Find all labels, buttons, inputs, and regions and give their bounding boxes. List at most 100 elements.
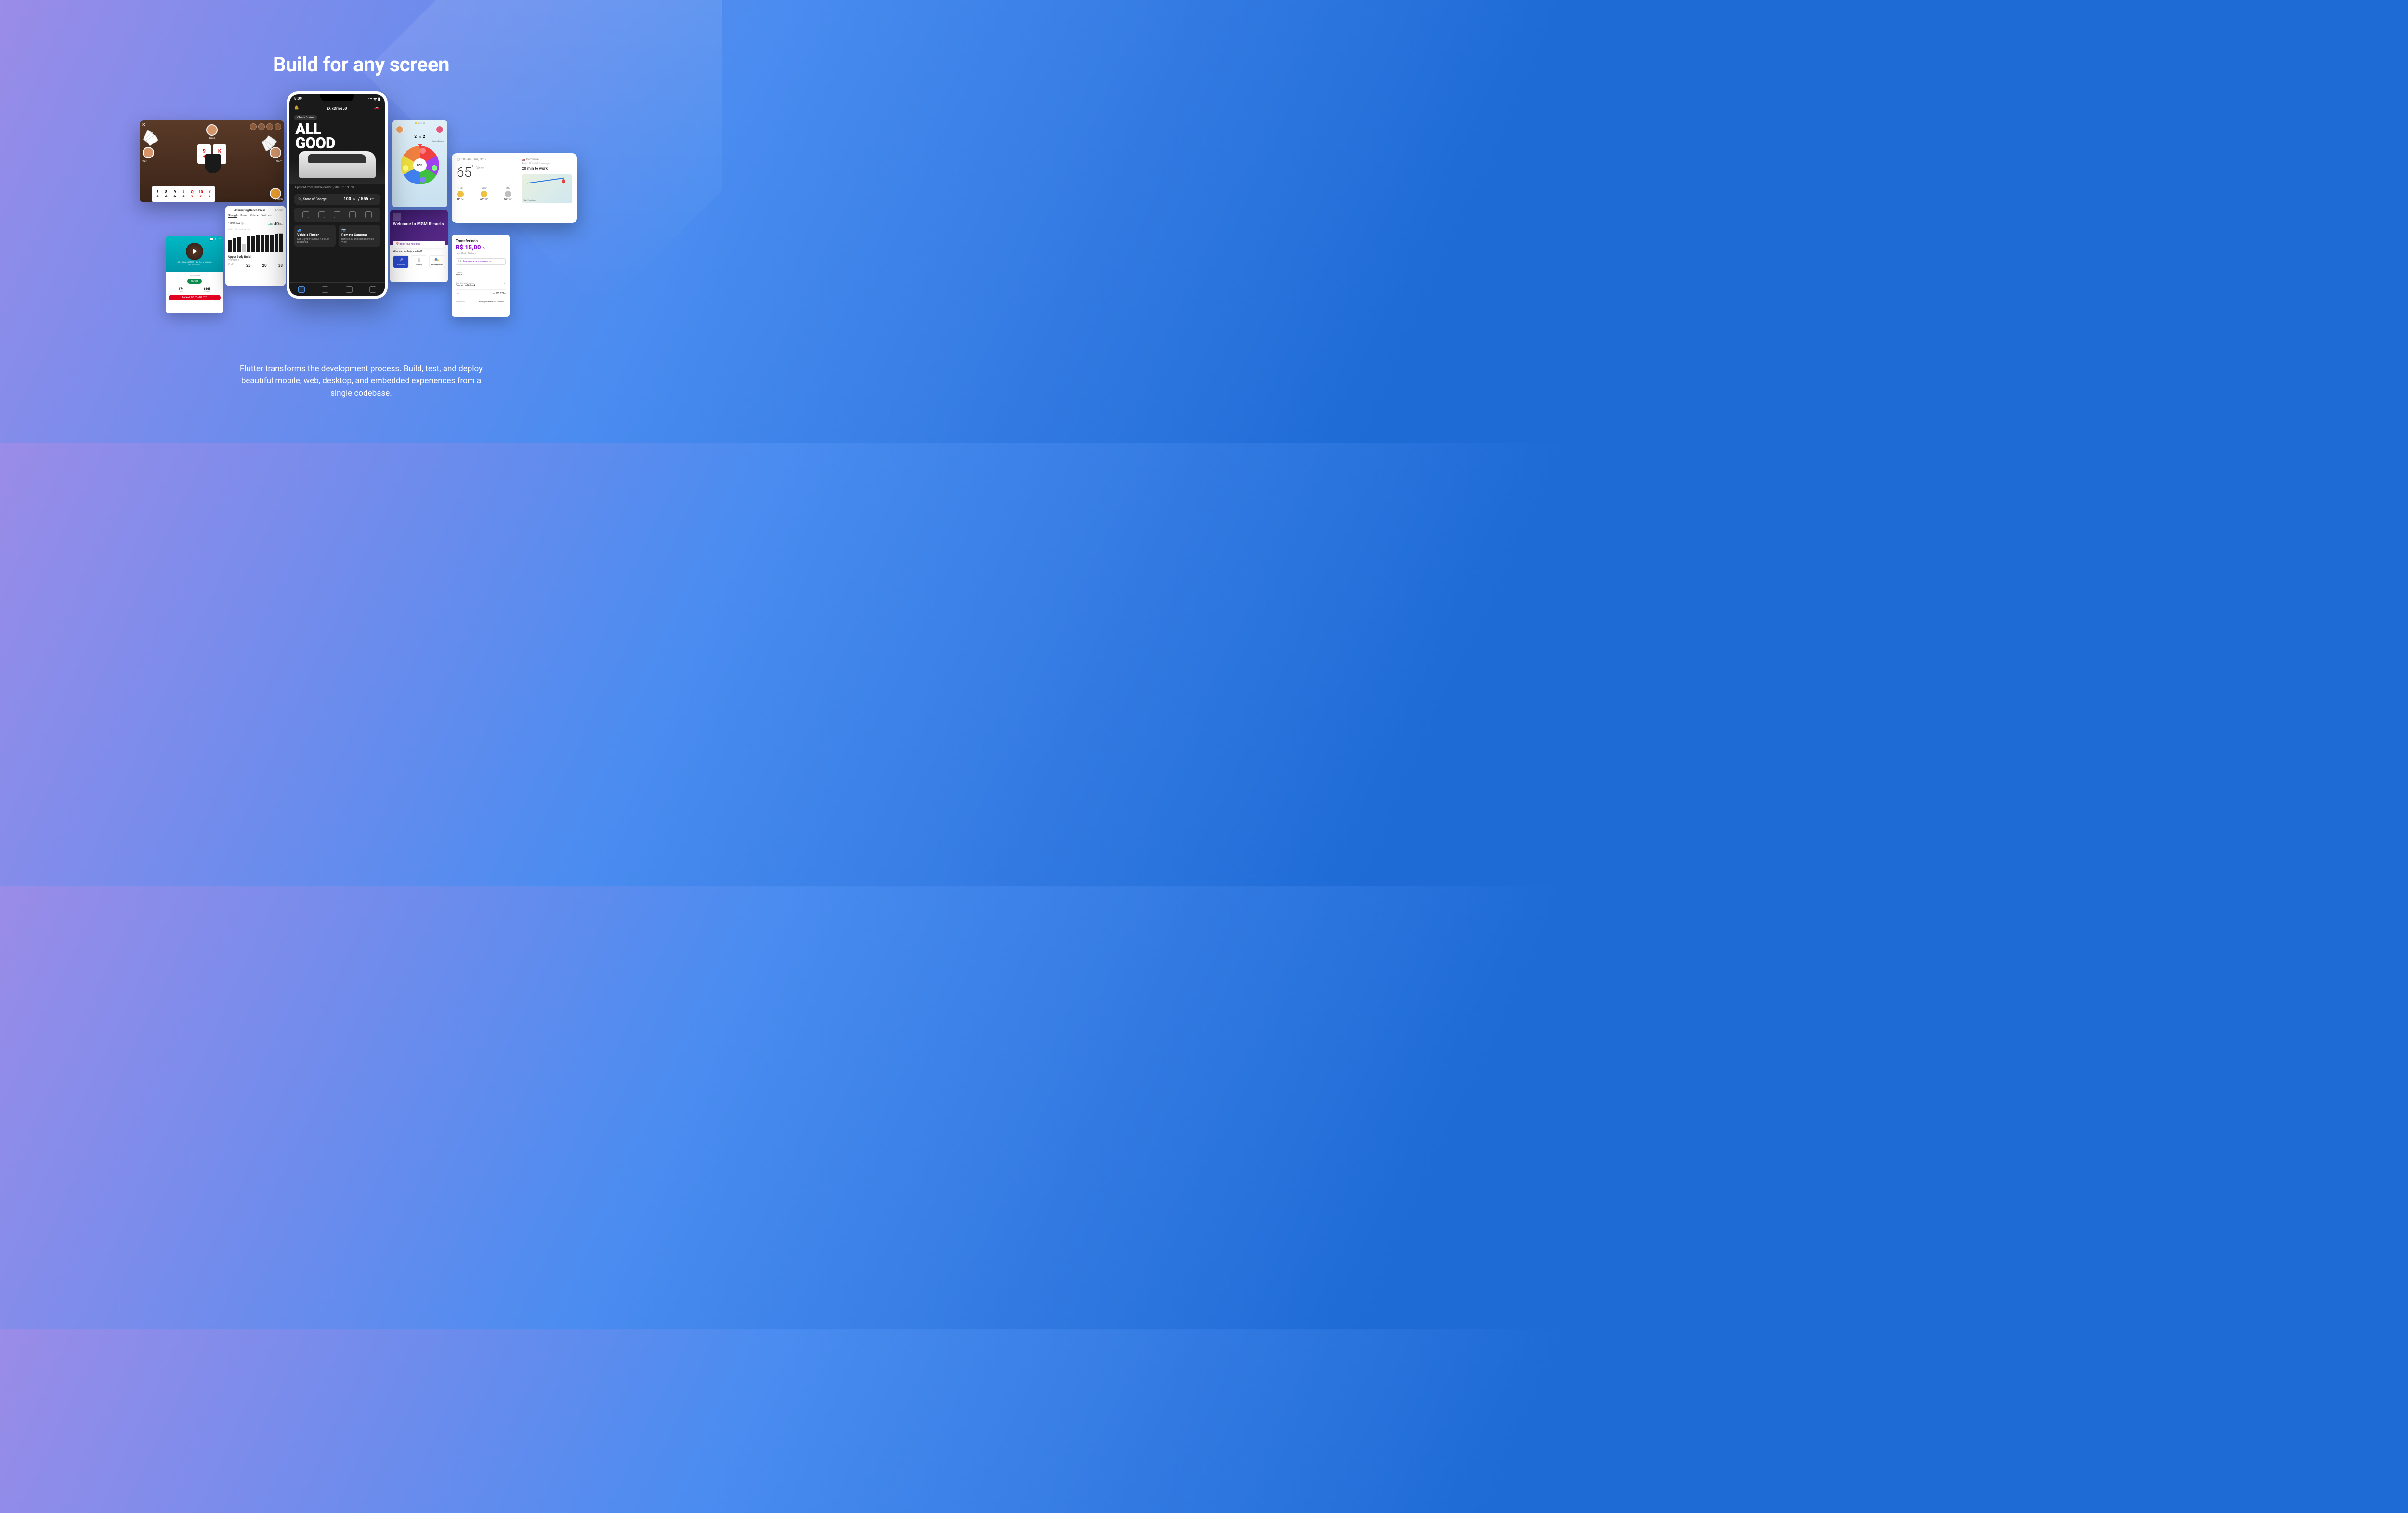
- commute-label: 🚗 Commute: [522, 158, 572, 161]
- album-cover[interactable]: [186, 243, 203, 260]
- tab-strength[interactable]: Strength: [228, 214, 237, 218]
- tile-checkin[interactable]: 🗝Check In: [393, 255, 409, 268]
- tab-car-icon[interactable]: [298, 286, 305, 293]
- chip-icon[interactable]: [275, 123, 281, 130]
- tile-dining[interactable]: 🍴Dining: [411, 255, 427, 268]
- lights-icon[interactable]: [334, 211, 340, 218]
- username: João Gomes: [169, 274, 221, 277]
- key-icon: 🗝: [394, 258, 407, 262]
- tab-discover-icon[interactable]: [346, 286, 353, 293]
- stat-label: ITEM: [179, 291, 183, 293]
- player-avatar-left: [143, 147, 154, 158]
- chip-icon[interactable]: [258, 123, 265, 130]
- transfer-row-institution: InstituiçãoNu Pagamentos S.A. - Institui…: [456, 298, 506, 305]
- player-name: Cler: [142, 160, 147, 163]
- card-title: Vehicle Finder: [297, 233, 333, 237]
- welcome-title: Welcome to MGM Resorts: [393, 222, 445, 227]
- weather-condition: Clear: [476, 166, 484, 170]
- close-icon[interactable]: ✕: [142, 122, 145, 128]
- bank-transfer-app: Transferindo R$ 15,00 ✎ para Flavio Gerl…: [452, 235, 510, 317]
- message-input[interactable]: 💬Escrever uma mensagem...: [456, 258, 506, 265]
- chip-icon[interactable]: [266, 123, 273, 130]
- dining-icon: 🍴: [412, 258, 425, 262]
- opponent-name: James Brown: [392, 140, 447, 142]
- entertainment-icon: 🎭: [431, 258, 444, 262]
- metric-unit: lbs: [279, 223, 283, 226]
- tab-power[interactable]: Power: [240, 214, 247, 218]
- spin-button[interactable]: SPIN: [413, 158, 427, 172]
- card-subtitle: Remote 3D and Remote Inside View: [341, 238, 377, 244]
- exercise-title: Alternating Bench Press: [234, 209, 272, 212]
- download-button[interactable]: BAIXAR TO COMPLETO: [169, 295, 221, 300]
- help-heading: What can we help you find?: [390, 248, 448, 255]
- metric-meta: Curl 1 · This week vs. Last: [228, 228, 283, 230]
- vehicle-finder-card[interactable]: 🚙 Vehicle Finder Karl-Dompert-Straße 7, …: [294, 225, 336, 247]
- music-app: 💬 ↻ ♡ OS LESMA_GOMES – Eu Tenho o Sonho …: [166, 236, 223, 313]
- coin-badge: 🪙 6492 · ✕: [392, 120, 447, 126]
- play-icon[interactable]: [193, 249, 197, 254]
- heart-icon[interactable]: ♡: [219, 238, 222, 241]
- forecast-day: THU70° 55°: [504, 187, 511, 201]
- hero-subtitle: Flutter transforms the development proce…: [236, 363, 486, 400]
- sun-icon: [481, 191, 487, 197]
- sun-icon: [457, 191, 464, 197]
- tile-entertainment[interactable]: 🎭Entertainment: [429, 255, 445, 268]
- transfer-amount: R$ 15,00: [456, 244, 481, 251]
- chat-icon[interactable]: 💬: [210, 238, 213, 241]
- commute-map[interactable]: San Francisco: [522, 174, 572, 203]
- trivia-wheel-app: 🪙 6492 · ✕ 2vs2 James Brown SPIN: [392, 120, 447, 207]
- unlock-icon[interactable]: [318, 211, 325, 218]
- tab-profile-icon[interactable]: [369, 286, 376, 293]
- stat-value: 6668: [204, 287, 210, 291]
- chevron-down-icon: ⌄: [504, 271, 506, 276]
- stat-value: 20: [262, 263, 266, 268]
- charge-range: 556: [361, 197, 368, 202]
- status-time: 8:09: [294, 96, 302, 102]
- workout-name: Upper Body Build: [228, 255, 283, 259]
- cloud-icon: [505, 191, 511, 197]
- mgm-logo-icon: [393, 213, 401, 221]
- tab-workouts[interactable]: Workouts: [261, 214, 271, 218]
- horn-icon[interactable]: [349, 211, 356, 218]
- transfer-title: Transferindo: [456, 239, 506, 243]
- remote-cameras-card[interactable]: 📷 Remote Cameras Remote 3D and Remote In…: [339, 225, 380, 247]
- repeat-icon[interactable]: ↻: [215, 238, 218, 241]
- track-artist: LET THAT'S JAKE?: [189, 263, 201, 265]
- stat-value: 38: [278, 263, 283, 268]
- book-stay-button[interactable]: 📅 Book your next stay ›: [393, 241, 445, 248]
- tab-volume[interactable]: Volume: [250, 214, 259, 218]
- chip-icon[interactable]: [250, 123, 257, 130]
- lock-icon[interactable]: [302, 211, 309, 218]
- camera-icon: 📷: [341, 228, 377, 232]
- app-collage: ✕ Anna Cler Sam 9♦ K♦ 7♣ 8♣ 9♣ J♣ Q♥ 10♥…: [0, 91, 722, 332]
- player-name: Player: [275, 198, 283, 201]
- playing-card[interactable]: K♥: [204, 186, 215, 202]
- car-icon[interactable]: 🚗: [374, 105, 380, 111]
- fitness-app: ← Alternating Bench Press About Strength…: [225, 206, 286, 286]
- forecast-day: WED68° 54°: [480, 187, 488, 201]
- transfer-row-cpf: CPF•••.725.021-•: [456, 290, 506, 298]
- transfer-row-type[interactable]: Tipo de transferênciaContas do Nubank⌄: [456, 279, 506, 290]
- about-link[interactable]: About: [275, 209, 283, 212]
- car-location-icon: 🚙: [297, 228, 333, 232]
- edit-icon[interactable]: ✎: [483, 247, 485, 250]
- back-icon[interactable]: ←: [228, 209, 231, 212]
- smart-display: 🕗 8:00 AM · Tue, Oct 9 65° Clear TUE72° …: [452, 153, 577, 223]
- wheel-pointer-icon: [418, 144, 422, 148]
- commute-time: 20 min to work: [522, 166, 572, 170]
- tab-map-icon[interactable]: [322, 286, 328, 293]
- player-hand[interactable]: 7♣ 8♣ 9♣ J♣ Q♥ 10♥ K♥: [154, 186, 215, 202]
- strength-chart: 40 lbs 35 lbs: [228, 232, 283, 252]
- commute-meta: Ross · Updated 1 min ago: [522, 162, 572, 165]
- match-score: 2vs2: [392, 133, 447, 140]
- charge-percent: 100: [343, 197, 351, 202]
- listen-button[interactable]: OUVIR: [187, 279, 202, 284]
- chevron-down-icon: ⌄: [504, 282, 506, 287]
- transfer-recipient: para Flavio Gerlach: [456, 252, 506, 255]
- player-avatar-right: [270, 147, 281, 158]
- bell-icon[interactable]: 🔔: [294, 105, 300, 111]
- spin-wheel[interactable]: SPIN: [401, 146, 439, 184]
- climate-icon[interactable]: [365, 211, 372, 218]
- charge-card[interactable]: 🔌 State of Charge 100% / 556km: [294, 194, 380, 205]
- transfer-row-when[interactable]: QuandoAgora⌄: [456, 269, 506, 279]
